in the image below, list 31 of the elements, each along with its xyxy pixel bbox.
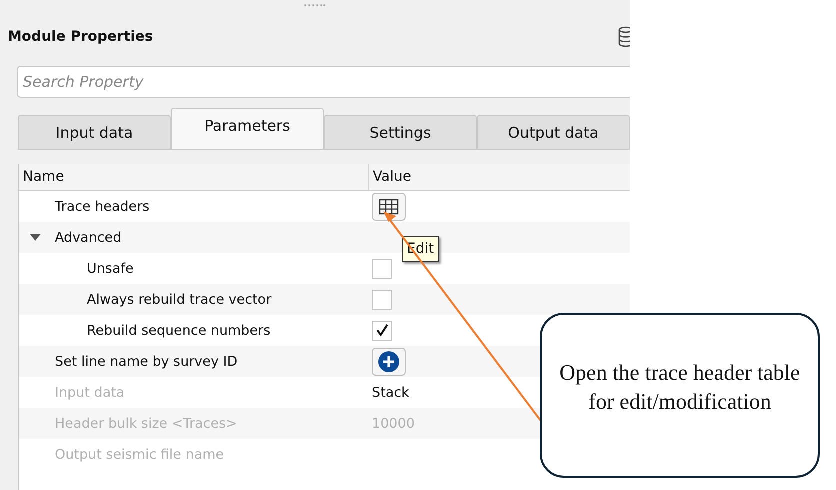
property-name: Rebuild sequence numbers (87, 322, 271, 338)
checkmark-icon (376, 324, 388, 337)
property-value: Stack (372, 384, 410, 400)
plus-icon (378, 350, 400, 372)
property-name: Set line name by survey ID (55, 354, 238, 370)
tab[interactable]: Output data (477, 115, 630, 149)
panel-title: Module Properties (8, 29, 154, 45)
property-value: 10000 (372, 416, 415, 432)
property-name: Unsafe (87, 260, 134, 276)
table-icon (379, 198, 399, 214)
property-name: Output seismic file name (55, 446, 224, 462)
tab[interactable]: Settings (324, 115, 477, 149)
tab[interactable]: Parameters (171, 108, 324, 149)
callout-text: Open the trace header table for edit/modification (558, 358, 802, 416)
property-name: Header bulk size <Traces> (55, 416, 238, 432)
add-button[interactable] (372, 348, 406, 376)
resize-grip-icon[interactable] (304, 4, 326, 7)
collapse-arrow-icon[interactable] (30, 234, 41, 241)
checkbox[interactable] (372, 290, 392, 310)
checkbox[interactable] (372, 258, 392, 278)
checkbox[interactable] (372, 320, 392, 340)
property-name: Advanced (55, 230, 122, 246)
search-field[interactable]: Search Property (17, 66, 630, 98)
column-header: Value (372, 168, 412, 187)
tab[interactable]: Input data (18, 115, 171, 149)
column-header: Name (19, 164, 369, 190)
table-edit-button[interactable] (372, 192, 406, 220)
property-name: Input data (55, 384, 125, 400)
property-name: Trace headers (55, 198, 150, 214)
database-icon[interactable] (618, 26, 630, 48)
property-name: Always rebuild trace vector (87, 292, 272, 308)
